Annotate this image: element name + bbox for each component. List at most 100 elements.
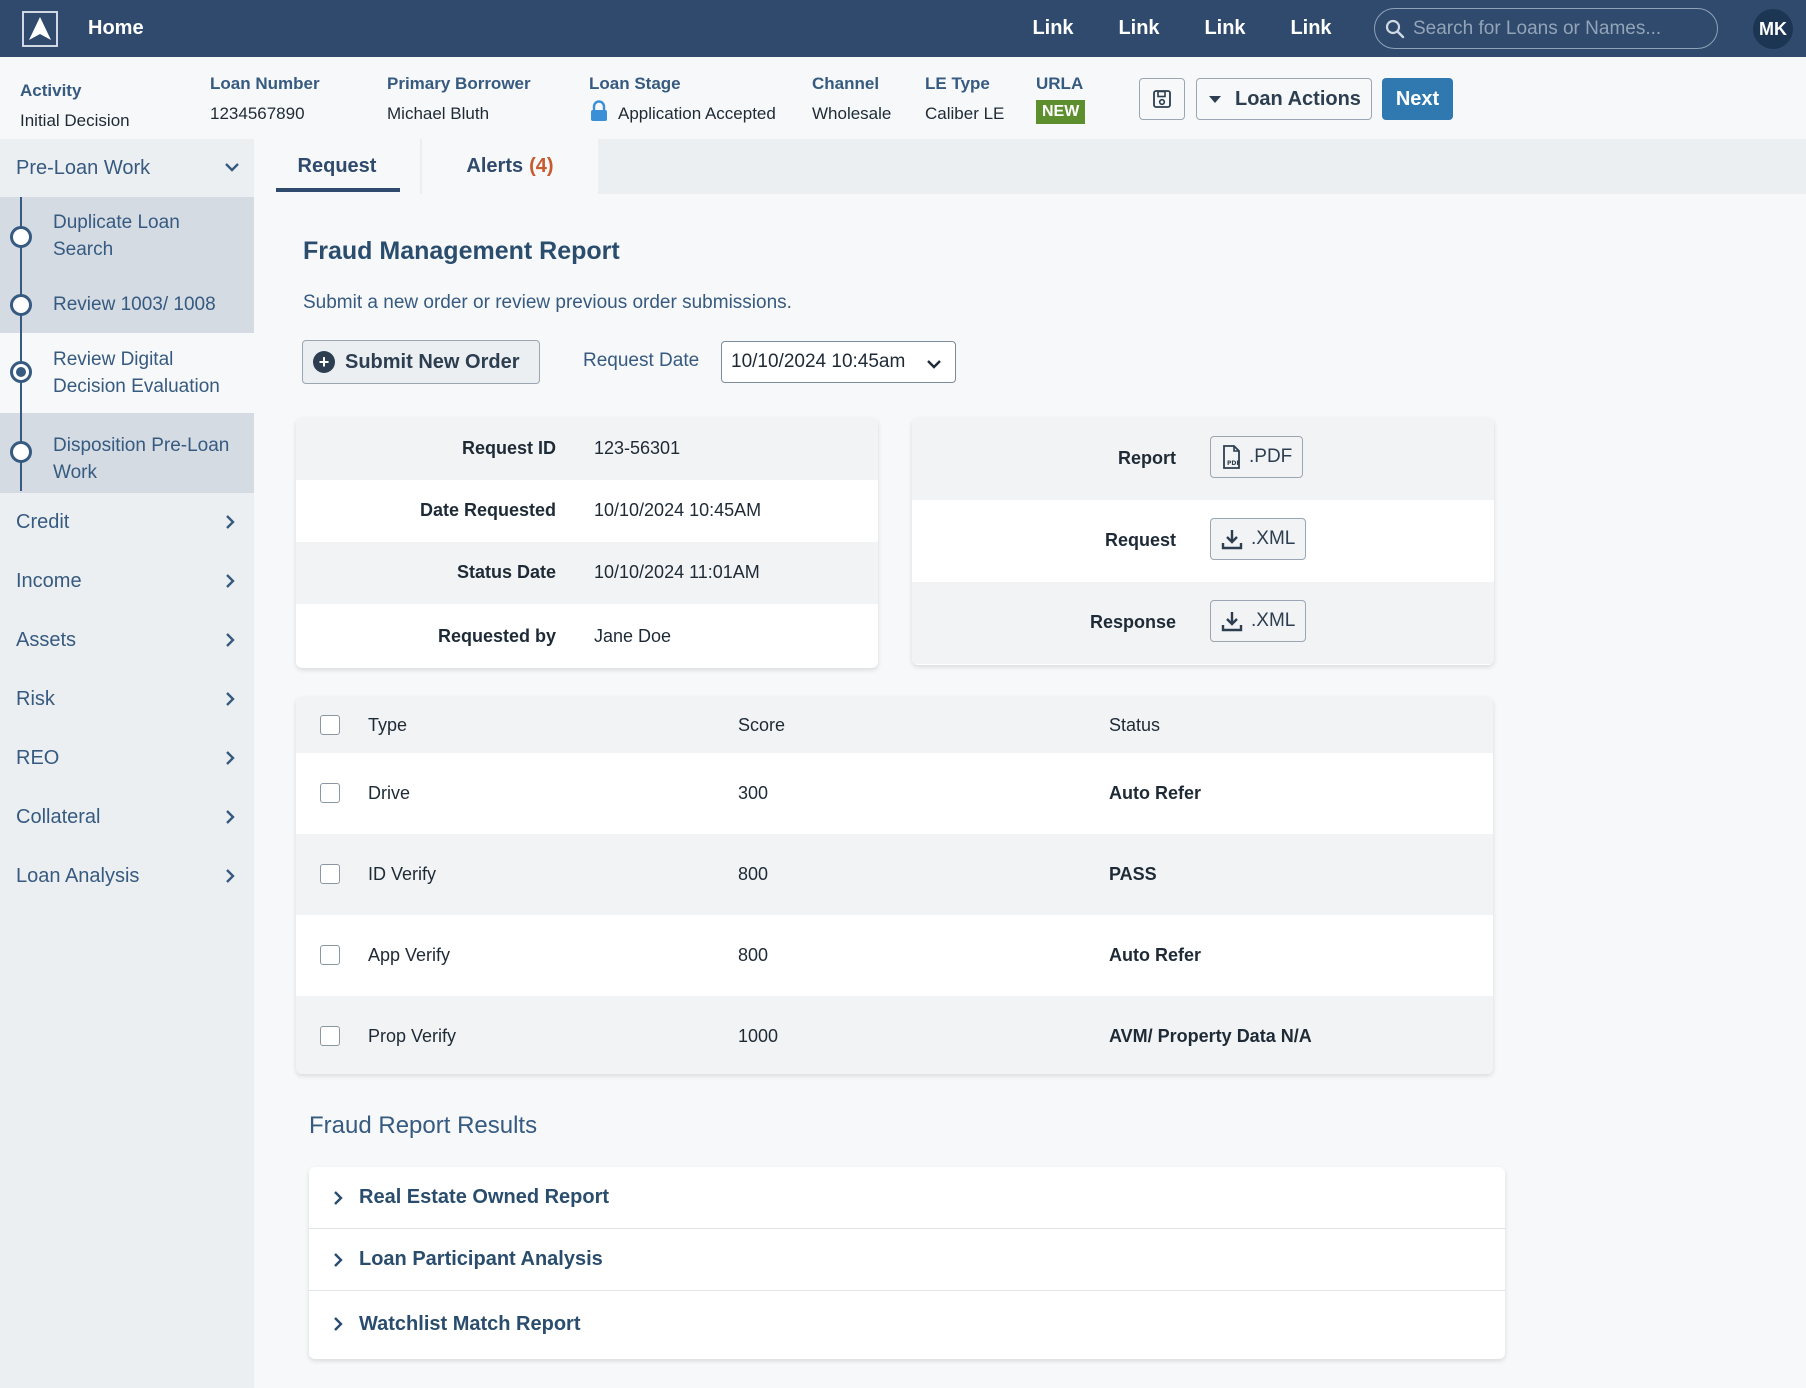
loan-number-value: 1234567890	[210, 104, 305, 123]
cell-score: 300	[738, 783, 769, 803]
page-title: Fraud Management Report	[303, 237, 620, 265]
results-table: Type Score Status Drive 300 Auto Refer I…	[296, 697, 1493, 1074]
step-node	[10, 226, 32, 248]
nav-link-1[interactable]: Link	[1010, 17, 1096, 40]
nav-link-4[interactable]: Link	[1268, 17, 1354, 40]
chevron-right-icon	[226, 692, 235, 706]
pdf-file-icon: PDF	[1223, 445, 1240, 469]
table-row: Drive 300 Auto Refer	[296, 753, 1493, 834]
detail-label: Status Date	[456, 562, 556, 582]
table-row: ID Verify 800 PASS	[296, 834, 1493, 915]
loan-info-bar: Activity Initial Decision Loan Number 12…	[0, 57, 1806, 139]
activity-info: Activity Initial Decision	[20, 81, 130, 131]
loan-actions-button[interactable]: Loan Actions	[1196, 78, 1372, 120]
subitem-line: Duplicate Loan	[53, 212, 180, 233]
user-avatar[interactable]: MK	[1753, 9, 1793, 49]
detail-value: 10/10/2024 11:01AM	[594, 562, 760, 582]
next-button[interactable]: Next	[1382, 78, 1453, 120]
detail-label: Date Requested	[419, 500, 556, 520]
loan-number-label: Loan Number	[210, 74, 320, 93]
chevron-right-icon	[226, 869, 235, 883]
caret-down-icon	[1209, 95, 1221, 103]
nav-link-2[interactable]: Link	[1096, 17, 1182, 40]
submit-new-order-button[interactable]: + Submit New Order	[302, 340, 540, 384]
search-box[interactable]	[1374, 8, 1718, 49]
download-icon	[1221, 612, 1243, 632]
results-accordion: Real Estate Owned Report Loan Participan…	[309, 1167, 1505, 1359]
tab-alerts[interactable]: Alerts (4)	[422, 139, 598, 194]
le-type-info: LE Type Caliber LE	[925, 74, 1004, 124]
new-badge: NEW	[1036, 100, 1086, 124]
cell-score: 1000	[738, 1026, 779, 1046]
loan-number-info: Loan Number 1234567890	[210, 74, 320, 124]
subitem-text: Review Digital Decision Evaluation	[53, 346, 220, 400]
row-checkbox[interactable]	[320, 864, 340, 884]
subitem-line: Decision Evaluation	[53, 376, 220, 397]
download-request-xml-button[interactable]: .XML	[1210, 518, 1307, 560]
accordion-item-watchlist-match[interactable]: Watchlist Match Report	[309, 1293, 1505, 1355]
row-checkbox[interactable]	[320, 783, 340, 803]
loan-stage-value: Application Accepted	[618, 104, 776, 123]
header-type: Type	[368, 715, 408, 735]
sidebar-item-label: Credit	[16, 510, 70, 533]
accordion-label: Watchlist Match Report	[359, 1312, 581, 1335]
urla-badge-row: NEW	[1036, 100, 1086, 124]
sidebar-subitem-duplicate-loan-search[interactable]: Duplicate Loan Search	[0, 197, 254, 277]
plus-circle-icon: +	[313, 351, 335, 373]
step-node	[10, 441, 32, 463]
download-button-label: .XML	[1251, 528, 1296, 549]
accordion-item-reo-report[interactable]: Real Estate Owned Report	[309, 1167, 1505, 1229]
sidebar-item-collateral[interactable]: Collateral	[0, 788, 254, 846]
download-response-xml-button[interactable]: .XML	[1210, 600, 1307, 642]
accordion-item-loan-participant-analysis[interactable]: Loan Participant Analysis	[309, 1229, 1505, 1291]
download-pdf-button[interactable]: PDF .PDF	[1210, 436, 1304, 478]
sidebar-item-reo[interactable]: REO	[0, 729, 254, 787]
chevron-right-icon	[334, 1317, 343, 1331]
fraud-report-results-title: Fraud Report Results	[309, 1112, 538, 1139]
select-all-checkbox[interactable]	[320, 715, 340, 735]
chevron-right-icon	[334, 1252, 343, 1267]
request-date-value: 10/10/2024 10:45am	[731, 351, 906, 372]
cell-status: PASS	[1109, 864, 1157, 884]
sidebar-item-assets[interactable]: Assets	[0, 611, 254, 669]
chevron-right-icon	[226, 515, 235, 529]
tab-alerts-label: Alerts	[466, 155, 524, 177]
sidebar-section-pre-loan-work[interactable]: Pre-Loan Work	[0, 139, 254, 197]
cell-status: AVM/ Property Data N/A	[1109, 1026, 1312, 1046]
detail-row: Status Date 10/10/2024 11:01AM	[296, 542, 878, 604]
chevron-right-icon	[226, 810, 235, 824]
row-checkbox[interactable]	[320, 1026, 340, 1046]
download-row: Report PDF .PDF	[912, 418, 1494, 500]
sidebar-item-income[interactable]: Income	[0, 552, 254, 610]
le-type-value: Caliber LE	[925, 104, 1005, 123]
sidebar-item-risk[interactable]: Risk	[0, 670, 254, 728]
table-row: App Verify 800 Auto Refer	[296, 915, 1493, 996]
request-date-select[interactable]: 10/10/2024 10:45am	[721, 341, 956, 383]
page-subtitle: Submit a new order or review previous or…	[303, 292, 792, 313]
sidebar-item-credit[interactable]: Credit	[0, 493, 254, 551]
top-navigation: Home Link Link Link Link MK	[0, 0, 1806, 57]
sidebar-subitem-disposition[interactable]: Disposition Pre-Loan Work	[0, 413, 254, 493]
tab-request[interactable]: Request	[254, 139, 420, 194]
subitem-text: Review 1003/ 1008	[53, 294, 216, 315]
sidebar-item-label: Loan Analysis	[16, 864, 140, 887]
detail-value: 123-56301	[594, 438, 681, 458]
sidebar-subitem-review-digital-decision[interactable]: Review Digital Decision Evaluation	[0, 333, 254, 413]
sidebar-item-label: Collateral	[16, 805, 101, 828]
detail-value: 10/10/2024 10:45AM	[594, 500, 762, 520]
home-link[interactable]: Home	[88, 17, 144, 40]
download-label: Response	[1089, 612, 1176, 632]
sidebar: Pre-Loan Work Duplicate Loan Search Revi…	[0, 139, 254, 1388]
sidebar-item-loan-analysis[interactable]: Loan Analysis	[0, 847, 254, 905]
row-checkbox[interactable]	[320, 945, 340, 965]
primary-borrower-info: Primary Borrower Michael Bluth	[387, 74, 531, 124]
subitem-line: Search	[53, 239, 114, 260]
save-button[interactable]	[1139, 78, 1185, 120]
download-row: Response .XML	[912, 582, 1494, 664]
svg-text:PDF: PDF	[1227, 460, 1240, 467]
search-input[interactable]	[1413, 17, 1703, 40]
nav-link-3[interactable]: Link	[1182, 17, 1268, 40]
subitem-text: Disposition Pre-Loan Work	[53, 432, 229, 486]
sidebar-subitem-review-1003[interactable]: Review 1003/ 1008	[0, 277, 254, 333]
app-logo-icon[interactable]	[22, 10, 58, 47]
